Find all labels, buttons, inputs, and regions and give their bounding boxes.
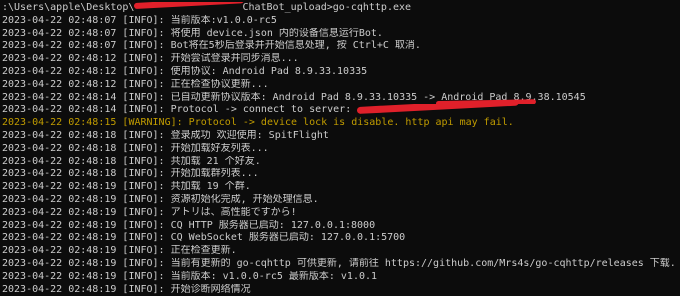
log-line: 2023-04-22 02:48:18 [INFO]: 登录成功 欢迎使用: S… (2, 130, 680, 143)
log-timestamp: 2023-04-22 02:48:14 (2, 91, 117, 103)
log-message: 开始加载好友列表... (170, 142, 269, 154)
log-timestamp: 2023-04-22 02:48:12 (2, 78, 117, 90)
log-timestamp: 2023-04-22 02:48:18 (2, 168, 117, 180)
log-message: CQ HTTP 服务器已启动: 127.0.0.1:8000 (170, 219, 376, 231)
log-timestamp: 2023-04-22 02:48:19 (2, 181, 117, 193)
log-timestamp: 2023-04-22 02:48:12 (2, 53, 117, 65)
log-message: 共加载 21 个好友. (170, 155, 261, 167)
log-line: 2023-04-22 02:48:18 [INFO]: 共加载 21 个好友. (2, 156, 680, 169)
log-message: 使用协议: Android Pad 8.9.33.10335 (170, 65, 368, 77)
log-level: [INFO]: (122, 155, 165, 167)
log-level: [INFO]: (122, 104, 165, 116)
log-message: Protocol -> device lock is disable. http… (188, 117, 514, 129)
log-timestamp: 2023-04-22 02:48:18 (2, 155, 117, 167)
log-message: 资源初始化完成, 开始处理信息. (170, 193, 319, 205)
log-timestamp: 2023-04-22 02:48:07 (2, 27, 117, 39)
log-message: 当前有更新的 go-cqhttp 可供更新, 请前往 https://githu… (170, 257, 676, 269)
log-timestamp: 2023-04-22 02:48:19 (2, 245, 117, 257)
log-timestamp: 2023-04-22 02:48:15 (2, 117, 117, 129)
log-timestamp: 2023-04-22 02:48:07 (2, 14, 117, 26)
log-line: 2023-04-22 02:48:07 [INFO]: 将使用 device.j… (2, 28, 680, 41)
log-level: [INFO]: (122, 257, 165, 269)
log-message: 正在检查协议更新... (170, 78, 269, 90)
log-line: 2023-04-22 02:48:18 [INFO]: 开始加载好友列表... (2, 143, 680, 156)
log-message: Protocol -> connect to server: (170, 104, 358, 116)
log-message: 正在检查更新. (170, 245, 237, 257)
log-line: 2023-04-22 02:48:18 [INFO]: 开始加载群列表... (2, 168, 680, 181)
log-level: [INFO]: (122, 40, 165, 52)
log-message: 开始诊断网络情况 (170, 283, 251, 295)
log-timestamp: 2023-04-22 02:48:19 (2, 270, 117, 282)
log-message: 开始加载群列表... (170, 168, 259, 180)
log-level: [INFO]: (122, 181, 165, 193)
log-line: 2023-04-22 02:48:19 [INFO]: CQ HTTP 服务器已… (2, 220, 680, 233)
log-level: [INFO]: (122, 232, 165, 244)
log-level: [INFO]: (122, 270, 165, 282)
log-level: [INFO]: (122, 142, 165, 154)
log-message: 当前版本:v1.0.0-rc5 (170, 14, 277, 26)
log-level: [INFO]: (122, 206, 165, 218)
log-line: 2023-04-22 02:48:12 [INFO]: 使用协议: Androi… (2, 66, 680, 79)
log-level: [INFO]: (122, 168, 165, 180)
log-line: 2023-04-22 02:48:19 [INFO]: 当前版本: v1.0.0… (2, 271, 680, 284)
log-message: 将使用 device.json 内的设备信息运行Bot. (170, 27, 383, 39)
log-message: 登录成功 欢迎使用: SpitFlight (170, 129, 329, 141)
log-line: 2023-04-22 02:48:12 [INFO]: 开始尝试登录并同步消息.… (2, 53, 680, 66)
log-message: CQ WebSocket 服务器已启动: 127.0.0.1:5700 (170, 232, 406, 244)
log-level: [INFO]: (122, 193, 165, 205)
log-level: [INFO]: (122, 27, 165, 39)
log-line: 2023-04-22 02:48:07 [INFO]: 当前版本:v1.0.0-… (2, 15, 680, 28)
log-timestamp: 2023-04-22 02:48:18 (2, 142, 117, 154)
log-timestamp: 2023-04-22 02:48:19 (2, 206, 117, 218)
log-message: Bot将在5秒后登录并开始信息处理, 按 Ctrl+C 取消. (170, 40, 421, 52)
command-prompt-line: :\Users\apple\Desktop\ ChatBot_upload>go-… (2, 2, 680, 15)
log-level: [WARNING]: (122, 117, 183, 129)
log-line-warning: 2023-04-22 02:48:15 [WARNING]: Protocol … (2, 117, 680, 130)
log-line: 2023-04-22 02:48:19 [INFO]: CQ WebSocket… (2, 232, 680, 245)
log-line: 2023-04-22 02:48:19 [INFO]: 开始诊断网络情况 (2, 284, 680, 296)
log-line: 2023-04-22 02:48:19 [INFO]: アトリは、高性能ですから… (2, 207, 680, 220)
log-line: 2023-04-22 02:48:19 [INFO]: 资源初始化完成, 开始处… (2, 194, 680, 207)
log-timestamp: 2023-04-22 02:48:19 (2, 283, 117, 295)
log-timestamp: 2023-04-22 02:48:18 (2, 129, 117, 141)
log-level: [INFO]: (122, 245, 165, 257)
log-message: アトリは、高性能ですから! (170, 206, 297, 218)
log-timestamp: 2023-04-22 02:48:19 (2, 193, 117, 205)
prompt-path-start: :\Users\apple\Desktop\ (2, 2, 135, 13)
log-timestamp: 2023-04-22 02:48:19 (2, 257, 117, 269)
log-timestamp: 2023-04-22 02:48:19 (2, 219, 117, 231)
log-level: [INFO]: (122, 78, 165, 90)
log-timestamp: 2023-04-22 02:48:14 (2, 104, 117, 116)
log-line: 2023-04-22 02:48:19 [INFO]: 共加载 19 个群. (2, 181, 680, 194)
log-level: [INFO]: (122, 129, 165, 141)
log-timestamp: 2023-04-22 02:48:19 (2, 232, 117, 244)
log-message: 共加载 19 个群. (170, 181, 251, 193)
log-level: [INFO]: (122, 91, 165, 103)
log-timestamp: 2023-04-22 02:48:07 (2, 40, 117, 52)
log-level: [INFO]: (122, 283, 165, 295)
log-level: [INFO]: (122, 65, 165, 77)
log-level: [INFO]: (122, 53, 165, 65)
log-line: 2023-04-22 02:48:07 [INFO]: Bot将在5秒后登录并开… (2, 40, 680, 53)
log-line: 2023-04-22 02:48:19 [INFO]: 正在检查更新. (2, 245, 680, 258)
log-message: 当前版本: v1.0.0-rc5 最新版本: v1.0.1 (170, 270, 378, 282)
log-line: 2023-04-22 02:48:14 [INFO]: Protocol -> … (2, 104, 680, 117)
log-level: [INFO]: (122, 14, 165, 26)
log-line: 2023-04-22 02:48:19 [INFO]: 当前有更新的 go-cq… (2, 258, 680, 271)
log-level: [INFO]: (122, 219, 165, 231)
log-line: 2023-04-22 02:48:14 [INFO]: 已自动更新协议版本: A… (2, 92, 680, 105)
log-message: 开始尝试登录并同步消息... (170, 53, 299, 65)
log-timestamp: 2023-04-22 02:48:12 (2, 65, 117, 77)
log-lines: 2023-04-22 02:48:07 [INFO]: 当前版本:v1.0.0-… (2, 15, 680, 296)
log-line: 2023-04-22 02:48:12 [INFO]: 正在检查协议更新... (2, 79, 680, 92)
prompt-command: ChatBot_upload>go-cqhttp.exe (242, 2, 412, 13)
terminal-output[interactable]: :\Users\apple\Desktop\ ChatBot_upload>go-… (0, 0, 680, 296)
